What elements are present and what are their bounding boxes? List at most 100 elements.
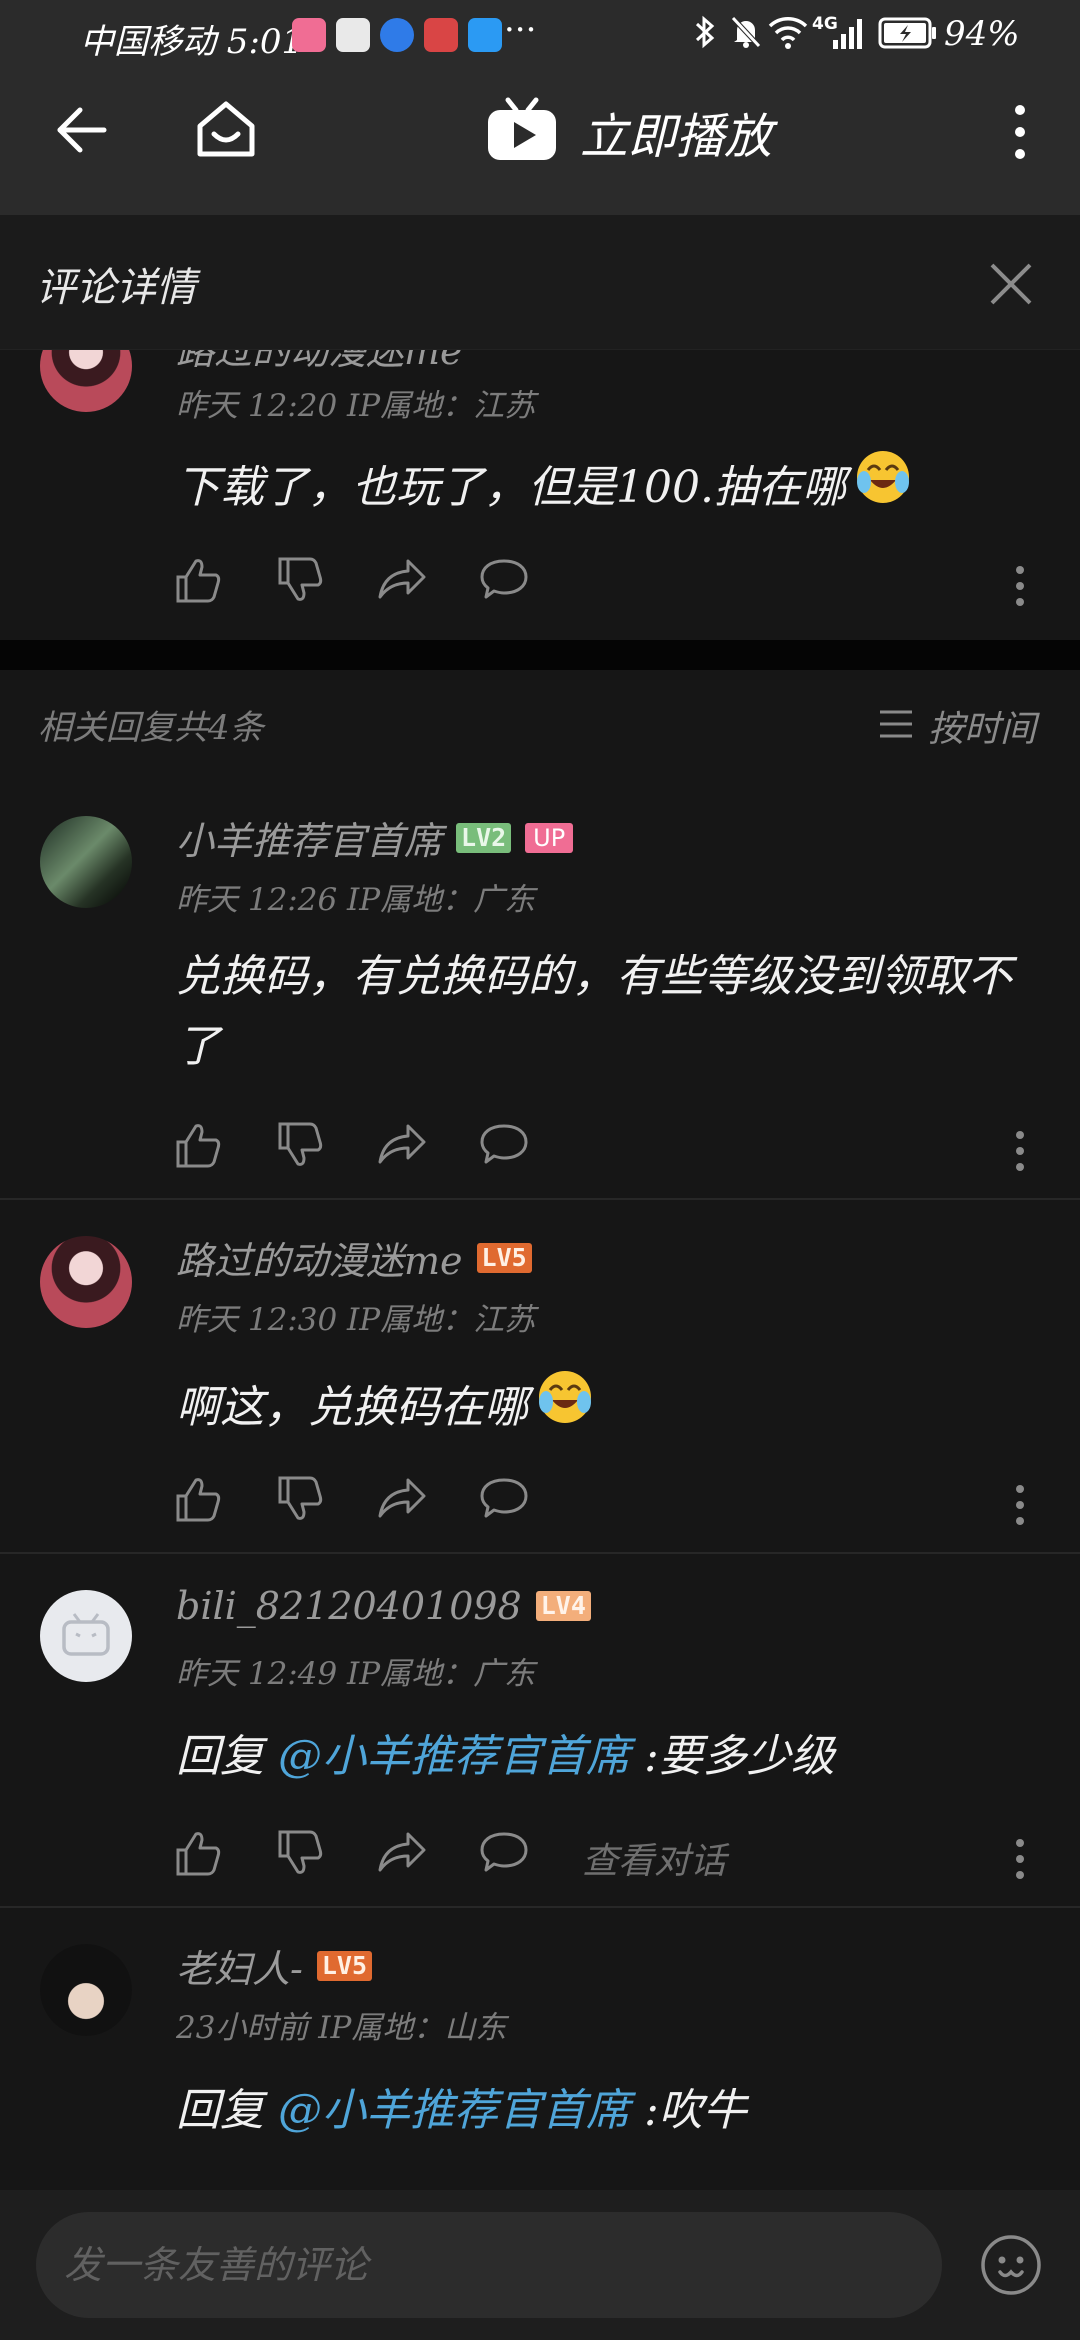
signal-icon <box>832 16 866 54</box>
mention-link[interactable]: @小羊推荐官首席 <box>278 2085 630 2136</box>
comment-text: 下载了，也玩了，但是100.抽在哪 <box>176 461 846 513</box>
username[interactable]: 路过的动漫迷me <box>176 1230 463 1285</box>
mute-bell-icon <box>728 14 764 54</box>
share-icon[interactable] <box>376 1474 428 1524</box>
sort-button[interactable]: 按时间 <box>878 700 1036 752</box>
more-options-icon[interactable] <box>1010 565 1030 607</box>
reply-count: 相关回复共4条 <box>38 708 264 748</box>
weather-app-icon <box>468 18 502 52</box>
battery-percent: 94% <box>944 14 1020 54</box>
reply-user-row: 老妇人- LV5 <box>176 1938 372 1993</box>
comment-meta: 23小时前 IP属地：山东 <box>176 2010 507 2046</box>
dislike-icon[interactable] <box>276 1120 324 1170</box>
emoji-icon[interactable] <box>978 2232 1044 2302</box>
like-icon[interactable] <box>174 1120 222 1170</box>
level-badge: LV5 <box>476 1242 532 1273</box>
root-comment-actions <box>0 555 1080 615</box>
bilibili-app-icon <box>292 18 326 52</box>
level-badge: LV5 <box>316 1950 372 1981</box>
bluetooth-icon <box>692 14 718 54</box>
reply-bubble-icon[interactable] <box>478 1474 530 1524</box>
comment-text-row: 回复 @小羊推荐官首席 :吹牛 <box>176 2076 747 2146</box>
comment-input[interactable] <box>36 2212 942 2318</box>
sort-label: 按时间 <box>928 709 1037 750</box>
avatar[interactable] <box>40 1944 132 2036</box>
mention-link[interactable]: @小羊推荐官首席 <box>278 1731 630 1782</box>
reply-user-row: bili_82120401098 LV4 <box>176 1584 591 1628</box>
comment-text-row: 下载了，也玩了，但是100.抽在哪 <box>176 448 912 527</box>
username[interactable]: 老妇人- <box>176 1938 303 1993</box>
comment-text: :要多少级 <box>630 1731 835 1782</box>
play-now-button[interactable]: 立即播放 <box>486 96 772 168</box>
comment-meta: 昨天 12:26 IP属地：广东 <box>176 882 536 918</box>
more-options-icon[interactable] <box>1010 1838 1030 1880</box>
comment-text: 啊这，兑换码在哪 <box>176 1381 528 1433</box>
username[interactable]: bili_82120401098 <box>176 1584 522 1628</box>
dislike-icon[interactable] <box>276 1474 324 1524</box>
dislike-icon[interactable] <box>276 555 324 605</box>
reply-user-row: 路过的动漫迷me LV5 <box>176 1230 532 1285</box>
cry-laugh-emoji-icon <box>536 1368 594 1447</box>
like-icon[interactable] <box>174 1474 222 1524</box>
wifi-icon <box>768 14 808 54</box>
browser-app-icon <box>380 18 414 52</box>
username[interactable]: 路过的动漫迷me <box>176 350 463 375</box>
comment-meta: 昨天 12:20 IP属地：江苏 <box>176 388 536 424</box>
see-conversation-link[interactable]: 查看对话 <box>582 1832 726 1884</box>
comment-actions <box>0 1474 1080 1534</box>
comment-text-row: 啊这，兑换码在哪 <box>176 1368 594 1447</box>
avatar[interactable] <box>40 350 132 412</box>
share-icon[interactable] <box>376 1828 428 1878</box>
comment-text-continued: 了 <box>176 1021 220 1072</box>
close-icon[interactable] <box>988 261 1034 311</box>
battery-icon <box>878 16 938 54</box>
status-notification-icons <box>292 18 502 52</box>
like-icon[interactable] <box>174 1828 222 1878</box>
level-badge: LV2 <box>456 822 512 853</box>
more-options-icon[interactable] <box>1010 1130 1030 1172</box>
comment-meta: 昨天 12:30 IP属地：江苏 <box>176 1302 536 1338</box>
list-sort-icon <box>878 707 914 745</box>
share-icon[interactable] <box>376 555 428 605</box>
reply-prefix: 回复 <box>176 2085 278 2136</box>
top-bar: 中国移动 5:01 ··· 4G 94% 立即播放 <box>0 0 1080 215</box>
reply-prefix: 回复 <box>176 1731 278 1782</box>
avatar[interactable] <box>40 1236 132 1328</box>
list-item: 小羊推荐官首席 LV2 UP 昨天 12:26 IP属地：广东 兑换码，有兑换码… <box>0 780 1080 1198</box>
tv-play-icon <box>486 96 558 168</box>
comment-meta: 昨天 12:49 IP属地：广东 <box>176 1656 536 1692</box>
list-item: 老妇人- LV5 23小时前 IP属地：山东 回复 @小羊推荐官首席 :吹牛 <box>0 1908 1080 2190</box>
comment-detail-title: 评论详情 <box>36 265 196 311</box>
reader-app-icon <box>424 18 458 52</box>
comment-detail-header: 评论详情 <box>0 215 1080 350</box>
list-item: bili_82120401098 LV4 昨天 12:49 IP属地：广东 回复… <box>0 1554 1080 1906</box>
reply-bubble-icon[interactable] <box>478 1120 530 1170</box>
like-icon[interactable] <box>174 555 222 605</box>
status-carrier-time: 中国移动 5:01 <box>80 22 304 62</box>
more-vertical-icon[interactable] <box>1004 102 1036 162</box>
reply-bubble-icon[interactable] <box>478 1828 530 1878</box>
home-icon[interactable] <box>192 96 260 164</box>
more-options-icon[interactable] <box>1010 1484 1030 1526</box>
comment-text: :吹牛 <box>630 2085 747 2136</box>
replies-header: 相关回复共4条 按时间 <box>0 670 1080 780</box>
level-badge: LV4 <box>535 1591 591 1621</box>
up-badge: UP <box>525 822 574 853</box>
avatar[interactable] <box>40 816 132 908</box>
reply-user-row: 小羊推荐官首席 LV2 UP <box>176 810 574 865</box>
comment-text: 兑换码，有兑换码的，有些等级没到领取不 <box>176 951 1012 1002</box>
play-now-title: 立即播放 <box>580 109 773 165</box>
huawei-app-icon <box>336 18 370 52</box>
status-more-icon: ··· <box>504 10 537 50</box>
share-icon[interactable] <box>376 1120 428 1170</box>
dislike-icon[interactable] <box>276 1828 324 1878</box>
username[interactable]: 小羊推荐官首席 <box>176 810 442 865</box>
back-arrow-icon[interactable] <box>52 100 112 160</box>
list-item: 路过的动漫迷me LV5 昨天 12:30 IP属地：江苏 啊这，兑换码在哪 <box>0 1200 1080 1552</box>
cry-laugh-emoji-icon <box>854 448 912 527</box>
bilibili-tv-avatar-icon <box>62 1613 110 1656</box>
comment-text-row: 回复 @小羊推荐官首席 :要多少级 <box>176 1722 835 1792</box>
avatar[interactable] <box>40 1590 132 1682</box>
reply-bubble-icon[interactable] <box>478 555 530 605</box>
comment-actions: 查看对话 <box>0 1828 1080 1888</box>
